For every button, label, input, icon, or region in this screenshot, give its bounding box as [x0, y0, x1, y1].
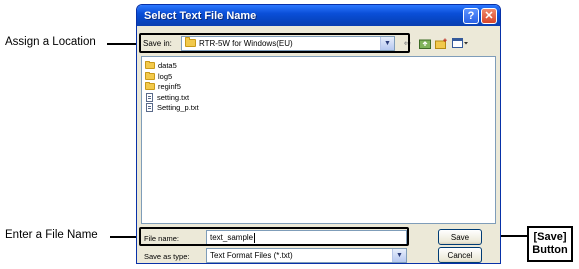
file-item-label: Setting_p.txt: [157, 103, 199, 112]
save-in-label: Save in:: [143, 38, 172, 48]
enter-file-name-callout-label: Enter a File Name: [5, 229, 98, 241]
chevron-down-icon[interactable]: ▼: [392, 249, 406, 262]
list-item[interactable]: log5: [145, 71, 495, 81]
text-file-icon: [146, 92, 153, 102]
folder-icon: [145, 82, 155, 90]
text-file-icon: [146, 103, 153, 112]
close-button[interactable]: ✕: [481, 7, 497, 24]
help-button[interactable]: ?: [463, 7, 479, 24]
file-item-label: setting.txt: [157, 92, 190, 102]
file-item-label: reginf5: [158, 82, 181, 91]
dialog-toolbar: ⇐: [401, 37, 472, 49]
save-button[interactable]: Save: [438, 229, 482, 245]
save-as-type-label: Save as type:: [144, 252, 190, 261]
save-callout-line2: Button: [532, 244, 568, 256]
back-arrow-icon[interactable]: ⇐: [401, 37, 414, 49]
save-in-value: RTR-5W for Windows(EU): [199, 38, 293, 48]
dialog-title: Select Text File Name: [144, 9, 257, 22]
list-item[interactable]: Setting_p.txt: [145, 103, 495, 113]
cancel-button[interactable]: Cancel: [438, 247, 482, 263]
text-caret: [254, 232, 256, 243]
save-button-callout-box: [Save] Button: [527, 226, 573, 262]
save-callout-line1: [Save]: [533, 231, 567, 243]
select-text-file-dialog: Select Text File Name ? ✕ Save in: RTR-5…: [136, 4, 501, 264]
folder-icon: [145, 61, 155, 69]
views-menu-icon[interactable]: [452, 37, 468, 49]
up-folder-icon[interactable]: [418, 37, 431, 49]
save-as-type-dropdown[interactable]: Text Format Files (*.txt) ▼: [206, 248, 407, 263]
new-folder-icon[interactable]: [435, 37, 448, 49]
file-list[interactable]: data5 log5 reginf5 setting.txt Setting_p…: [141, 56, 496, 224]
list-item[interactable]: reginf5: [145, 82, 495, 92]
file-name-value: text_sample: [210, 233, 254, 242]
dialog-titlebar[interactable]: Select Text File Name ? ✕: [137, 5, 500, 26]
file-name-label: File name:: [144, 234, 180, 243]
assign-location-callout-label: Assign a Location: [5, 36, 96, 48]
file-item-label: data5: [158, 61, 177, 70]
file-item-label: log5: [158, 71, 173, 81]
list-item[interactable]: data5: [145, 61, 495, 71]
folder-icon: [145, 71, 155, 80]
file-name-input[interactable]: text_sample: [206, 230, 407, 245]
save-button-label: Save: [450, 232, 470, 242]
save-in-dropdown[interactable]: RTR-5W for Windows(EU) ▼: [181, 35, 395, 51]
cancel-button-label: Cancel: [447, 250, 473, 260]
chevron-down-icon[interactable]: ▼: [380, 36, 394, 50]
list-item[interactable]: setting.txt: [145, 92, 495, 102]
folder-icon: [185, 37, 196, 47]
save-as-type-value: Text Format Files (*.txt): [210, 251, 293, 260]
save-in-row: Save in: RTR-5W for Windows(EU) ▼ ⇐: [141, 34, 497, 52]
